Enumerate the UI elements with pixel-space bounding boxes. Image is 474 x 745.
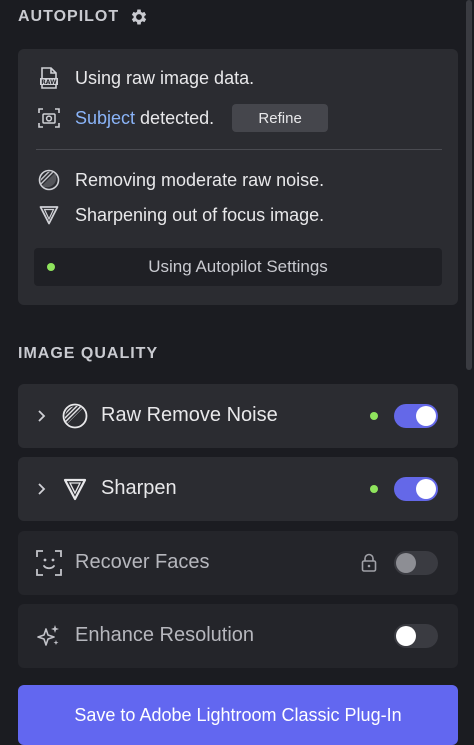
image-quality-header: IMAGE QUALITY [18, 343, 158, 365]
sharpen-toggle[interactable] [394, 477, 438, 501]
lock-icon [360, 553, 378, 573]
sharpen-icon [38, 204, 60, 226]
image-quality-title: IMAGE QUALITY [18, 345, 159, 362]
tool-raw-remove-noise[interactable]: Raw Remove Noise [18, 384, 458, 448]
raw-file-icon: RAW [38, 67, 60, 89]
autopilot-settings-button[interactable]: Using Autopilot Settings [34, 248, 442, 286]
tool-label: Enhance Resolution [75, 624, 255, 646]
tool-recover-faces[interactable]: Recover Faces [18, 531, 458, 595]
chevron-right-icon[interactable] [36, 406, 48, 426]
sharpen-icon [62, 476, 88, 502]
sharpen-row: Sharpening out of focus image. [38, 201, 442, 229]
tool-label: Recover Faces [75, 551, 210, 573]
sharpen-text: Sharpening out of focus image. [75, 204, 325, 225]
tool-label: Sharpen [101, 477, 177, 499]
noise-icon [62, 403, 88, 429]
autopilot-header: AUTOPILOT [18, 6, 149, 28]
autopilot-title: AUTOPILOT [18, 8, 120, 25]
scrollbar-track[interactable] [464, 0, 474, 734]
face-scan-icon [36, 550, 62, 576]
raw-data-text: Using raw image data. [75, 67, 255, 88]
tool-label: Raw Remove Noise [101, 404, 278, 426]
subject-detected-text: detected. [140, 107, 215, 128]
tool-sharpen[interactable]: Sharpen [18, 457, 458, 521]
svg-text:RAW: RAW [41, 79, 57, 86]
recover-faces-toggle[interactable] [394, 551, 438, 575]
subject-row: Subject detected. Refine [38, 104, 442, 132]
divider [36, 149, 442, 150]
subject-camera-icon [38, 107, 60, 129]
save-to-lightroom-button[interactable]: Save to Adobe Lightroom Classic Plug-In [18, 685, 458, 745]
autopilot-panel: RAW Using raw image data. Subject detect… [18, 49, 458, 305]
refine-button[interactable]: Refine [232, 104, 329, 132]
gear-icon[interactable] [129, 7, 149, 27]
chevron-right-icon[interactable] [36, 479, 48, 499]
subject-link[interactable]: Subject [75, 108, 135, 129]
noise-icon [38, 169, 60, 191]
status-dot [370, 412, 378, 420]
scrollbar-thumb[interactable] [466, 0, 472, 370]
raw-remove-noise-toggle[interactable] [394, 404, 438, 428]
status-dot [47, 263, 55, 271]
sparkle-icon [36, 623, 62, 649]
noise-row: Removing moderate raw noise. [38, 166, 442, 194]
noise-text: Removing moderate raw noise. [75, 169, 325, 190]
autopilot-settings-label: Using Autopilot Settings [148, 257, 328, 276]
enhance-resolution-toggle[interactable] [394, 624, 438, 648]
status-dot [370, 485, 378, 493]
tool-enhance-resolution[interactable]: Enhance Resolution [18, 604, 458, 668]
save-button-label: Save to Adobe Lightroom Classic Plug-In [74, 705, 402, 725]
raw-data-row: RAW Using raw image data. [38, 64, 442, 92]
